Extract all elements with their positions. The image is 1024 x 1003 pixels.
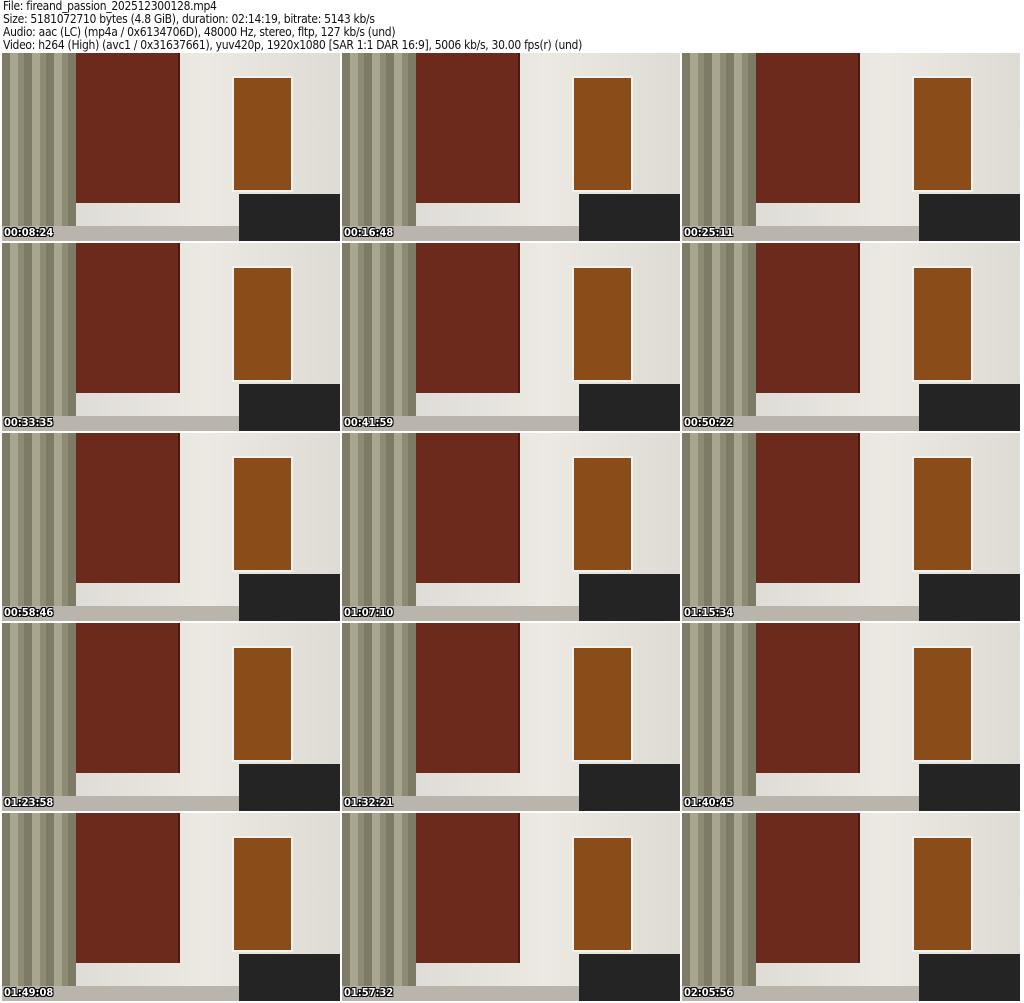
bed <box>238 764 340 811</box>
door <box>911 645 974 763</box>
wardrobe <box>76 433 180 584</box>
door <box>571 455 634 573</box>
curtain <box>342 433 417 621</box>
wardrobe <box>756 623 860 774</box>
thumbnail-timestamp: 01:40:45 <box>684 796 734 809</box>
door <box>571 265 634 383</box>
door <box>231 645 294 763</box>
video-thumbnail[interactable]: 00:58:46 <box>2 433 340 621</box>
curtain <box>682 53 757 241</box>
door <box>911 265 974 383</box>
thumbnail-timestamp: 01:23:58 <box>4 796 54 809</box>
curtain <box>682 243 757 431</box>
thumbnail-timestamp: 01:15:34 <box>684 606 734 619</box>
thumbnail-timestamp: 01:57:32 <box>344 986 394 999</box>
video-thumbnail[interactable]: 00:16:48 <box>342 53 680 241</box>
bed <box>918 954 1020 1001</box>
curtain <box>2 813 77 1001</box>
wardrobe <box>76 623 180 774</box>
wardrobe <box>756 433 860 584</box>
video-thumbnail[interactable]: 01:40:45 <box>682 623 1020 811</box>
bed <box>918 764 1020 811</box>
bed <box>918 384 1020 431</box>
video-thumbnail[interactable]: 00:33:35 <box>2 243 340 431</box>
wardrobe <box>416 243 520 394</box>
curtain <box>342 243 417 431</box>
curtain <box>2 433 77 621</box>
bed <box>578 764 680 811</box>
video-thumbnail[interactable]: 00:41:59 <box>342 243 680 431</box>
file-info-header: File: fireand_passion_202512300128.mp4 S… <box>3 0 582 52</box>
wardrobe <box>416 53 520 204</box>
curtain <box>682 623 757 811</box>
video-thumbnail[interactable]: 01:23:58 <box>2 623 340 811</box>
wardrobe <box>416 623 520 774</box>
curtain <box>342 53 417 241</box>
thumbnail-timestamp: 01:49:08 <box>4 986 54 999</box>
door <box>231 265 294 383</box>
door <box>911 835 974 953</box>
curtain <box>2 53 77 241</box>
door <box>231 75 294 193</box>
bed <box>578 954 680 1001</box>
video-thumbnail[interactable]: 01:07:10 <box>342 433 680 621</box>
wardrobe <box>756 53 860 204</box>
curtain <box>682 813 757 1001</box>
video-info: Video: h264 (High) (avc1 / 0x31637661), … <box>3 38 582 52</box>
wardrobe <box>756 813 860 964</box>
curtain <box>342 813 417 1001</box>
door <box>571 645 634 763</box>
wardrobe <box>76 53 180 204</box>
video-thumbnail[interactable]: 00:25:11 <box>682 53 1020 241</box>
thumbnail-timestamp: 00:16:48 <box>344 226 394 239</box>
video-thumbnail[interactable]: 01:49:08 <box>2 813 340 1001</box>
video-thumbnail[interactable]: 01:32:21 <box>342 623 680 811</box>
curtain <box>2 623 77 811</box>
video-thumbnail[interactable]: 01:15:34 <box>682 433 1020 621</box>
bed <box>578 194 680 241</box>
bed <box>918 574 1020 621</box>
door <box>571 75 634 193</box>
door <box>231 455 294 573</box>
thumbnail-timestamp: 02:05:56 <box>684 986 734 999</box>
wardrobe <box>76 813 180 964</box>
curtain <box>682 433 757 621</box>
bed <box>918 194 1020 241</box>
wardrobe <box>416 813 520 964</box>
bed <box>238 954 340 1001</box>
bed <box>578 384 680 431</box>
thumbnail-timestamp: 00:08:24 <box>4 226 54 239</box>
video-thumbnail[interactable]: 01:57:32 <box>342 813 680 1001</box>
thumbnail-timestamp: 00:58:46 <box>4 606 54 619</box>
thumbnail-timestamp: 00:25:11 <box>684 226 734 239</box>
wardrobe <box>76 243 180 394</box>
thumbnail-timestamp: 00:33:35 <box>4 416 54 429</box>
door <box>571 835 634 953</box>
curtain <box>2 243 77 431</box>
bed <box>238 574 340 621</box>
thumbnail-grid: 00:08:24 00:16:48 00:25:11 00:33:35 00:41:59… <box>2 53 1020 1001</box>
video-thumbnail[interactable]: 02:05:56 <box>682 813 1020 1001</box>
curtain <box>342 623 417 811</box>
video-thumbnail[interactable]: 00:08:24 <box>2 53 340 241</box>
bed <box>238 384 340 431</box>
thumbnail-timestamp: 01:07:10 <box>344 606 394 619</box>
door <box>911 455 974 573</box>
door <box>231 835 294 953</box>
video-thumbnail[interactable]: 00:50:22 <box>682 243 1020 431</box>
bed <box>578 574 680 621</box>
thumbnail-timestamp: 00:41:59 <box>344 416 394 429</box>
door <box>911 75 974 193</box>
wardrobe <box>756 243 860 394</box>
wardrobe <box>416 433 520 584</box>
thumbnail-timestamp: 01:32:21 <box>344 796 394 809</box>
thumbnail-timestamp: 00:50:22 <box>684 416 734 429</box>
bed <box>238 194 340 241</box>
